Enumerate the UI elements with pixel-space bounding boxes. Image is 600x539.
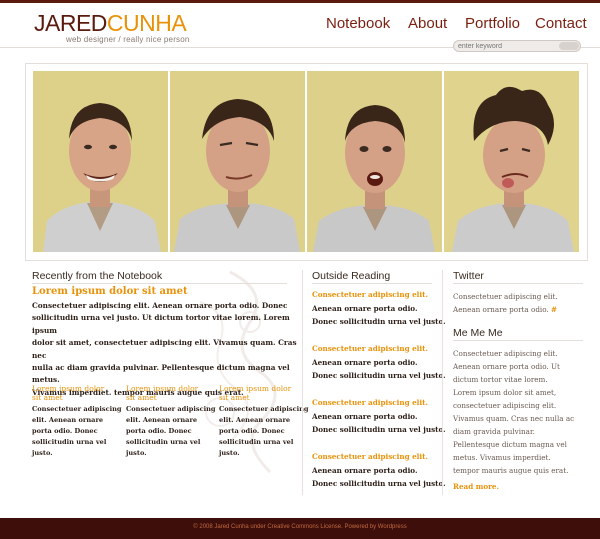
excerpt-line: justo. <box>219 449 240 457</box>
notebook-heading: Recently from the Notebook <box>32 270 163 282</box>
footer-copyright: © 2008 Jared Cunha under Creative Common… <box>193 524 407 530</box>
outside-link-3[interactable]: Consectetuer adipiscing elit. <box>312 398 428 407</box>
excerpt-line: sollicitudin urna vel <box>219 438 294 446</box>
excerpt-line: justo. <box>32 449 53 457</box>
tweet-permalink[interactable]: # <box>551 305 557 314</box>
me-heading: Me Me Me <box>453 327 503 339</box>
excerpt-line: sollicitudin urna vel <box>126 438 201 446</box>
tweet-line: Aenean ornare porta odio. # <box>453 303 557 316</box>
text-line: tempor mauris augue quis erat. <box>453 466 569 475</box>
nav-contact[interactable]: Contact <box>535 15 587 32</box>
twitter-heading: Twitter <box>453 270 484 282</box>
read-more-link[interactable]: Read more. <box>453 482 499 491</box>
smirking-face-photo <box>170 71 305 252</box>
excerpt-line: elit. Aenean ornare <box>219 416 291 424</box>
post-title-line: Lorem ipsum dolor <box>219 384 292 393</box>
site-footer: © 2008 Jared Cunha under Creative Common… <box>0 518 600 539</box>
photo-strip <box>25 63 588 261</box>
post-excerpt-2: Consectetuer adipiscing elit. Aenean orn… <box>126 404 216 459</box>
outside-text-2: Aenean ornare porta odio. Donec sollicit… <box>312 356 446 382</box>
text-line: Aenean ornare porta odio. <box>312 412 418 421</box>
nav-notebook[interactable]: Notebook <box>326 15 390 32</box>
logo-last-name: CUNHA <box>106 10 187 36</box>
me-rule <box>453 340 583 341</box>
text-line: Aenean ornare porta odio. <box>312 304 418 313</box>
outside-link-2[interactable]: Consectetuer adipiscing elit. <box>312 344 428 353</box>
surprised-face-photo <box>307 71 442 252</box>
text-line: Pellentesque dictum magna vel <box>453 440 567 449</box>
text-line: Donec sollicitudin urna vel justo. <box>312 371 446 380</box>
outside-link-4[interactable]: Consectetuer adipiscing elit. <box>312 452 428 461</box>
post-excerpt-3: Consectetuer adipiscing elit. Aenean orn… <box>219 404 309 459</box>
text-line: Lorem ipsum dolor sit amet, <box>453 388 557 397</box>
tweet-line: Consectetuer adipiscing elit. <box>453 292 558 301</box>
post-title-1[interactable]: Lorem ipsum dolor sit amet <box>32 384 104 402</box>
tweet-text: Aenean ornare porta odio. <box>453 305 549 314</box>
post-title-line: Lorem ipsum dolor <box>126 384 199 393</box>
post-title-line: sit amet <box>219 393 250 402</box>
text-line: Vivamus quam. Cras nec nulla ac <box>453 414 575 423</box>
excerpt-line: sollicitudin urna vel justo. Ut dictum t… <box>32 313 290 335</box>
excerpt-line: elit. Aenean ornare <box>126 416 198 424</box>
featured-post-title[interactable]: Lorem ipsum dolor sit amet <box>32 286 188 297</box>
outside-link-1[interactable]: Consectetuer adipiscing elit. <box>312 290 428 299</box>
text-line: Donec sollicitudin urna vel justo. <box>312 479 446 488</box>
outside-text-4: Aenean ornare porta odio. Donec sollicit… <box>312 464 446 490</box>
search-input[interactable] <box>458 41 554 51</box>
excerpt-line: Consectetuer adipiscing <box>32 405 122 413</box>
excerpt-line: porta odio. Donec <box>219 427 285 435</box>
site-tagline: web designer / really nice person <box>66 35 190 44</box>
text-line: diam gravida pulvinar. <box>453 427 535 436</box>
tongue-out-face-photo <box>444 71 579 252</box>
excerpt-line: elit. Aenean ornare <box>32 416 104 424</box>
nav-about[interactable]: About <box>408 15 447 32</box>
text-line: Aenean ornare porta odio. Ut <box>453 362 560 371</box>
nav-portfolio[interactable]: Portfolio <box>465 15 520 32</box>
excerpt-line: Consectetuer adipiscing <box>126 405 216 413</box>
post-title-line: sit amet <box>126 393 157 402</box>
outside-reading-rule <box>312 283 432 284</box>
post-excerpt-1: Consectetuer adipiscing elit. Aenean orn… <box>32 404 122 459</box>
outside-reading-heading: Outside Reading <box>312 270 391 282</box>
about-me-text: Consectetuer adipiscing elit. Aenean orn… <box>453 347 600 477</box>
text-line: Donec sollicitudin urna vel justo. <box>312 425 446 434</box>
text-line: dictum tortor vitae lorem. <box>453 375 548 384</box>
logo-first-name: JARED <box>34 10 107 36</box>
twitter-rule <box>453 283 583 284</box>
column-divider <box>442 270 443 495</box>
grinning-face-photo <box>33 71 168 252</box>
text-line: Aenean ornare porta odio. <box>312 358 418 367</box>
post-title-line: Lorem ipsum dolor <box>32 384 105 393</box>
text-line: Donec sollicitudin urna vel justo. <box>312 317 446 326</box>
excerpt-line: porta odio. Donec <box>126 427 192 435</box>
post-title-3[interactable]: Lorem ipsum dolor sit amet <box>219 384 291 402</box>
excerpt-line: justo. <box>126 449 147 457</box>
search-button[interactable] <box>559 42 579 50</box>
outside-text-1: Aenean ornare porta odio. Donec sollicit… <box>312 302 446 328</box>
text-line: metus. Vivamus imperdiet. <box>453 453 551 462</box>
column-divider <box>302 270 303 495</box>
outside-text-3: Aenean ornare porta odio. Donec sollicit… <box>312 410 446 436</box>
text-line: Aenean ornare porta odio. <box>312 466 418 475</box>
text-line: Consectetuer adipiscing elit. <box>453 349 558 358</box>
excerpt-line: Consectetuer adipiscing elit. Aenean orn… <box>32 301 288 310</box>
search-box <box>453 40 581 52</box>
site-logo[interactable]: JAREDCUNHA <box>34 10 187 36</box>
post-title-2[interactable]: Lorem ipsum dolor sit amet <box>126 384 198 402</box>
notebook-heading-rule <box>32 283 287 284</box>
post-title-line: sit amet <box>32 393 63 402</box>
text-line: consectetuer adipiscing elit. <box>453 401 557 410</box>
excerpt-line: sollicitudin urna vel <box>32 438 107 446</box>
excerpt-line: Consectetuer adipiscing <box>219 405 309 413</box>
excerpt-line: dolor sit amet, consectetuer adipiscing … <box>32 338 297 360</box>
excerpt-line: porta odio. Donec <box>32 427 98 435</box>
